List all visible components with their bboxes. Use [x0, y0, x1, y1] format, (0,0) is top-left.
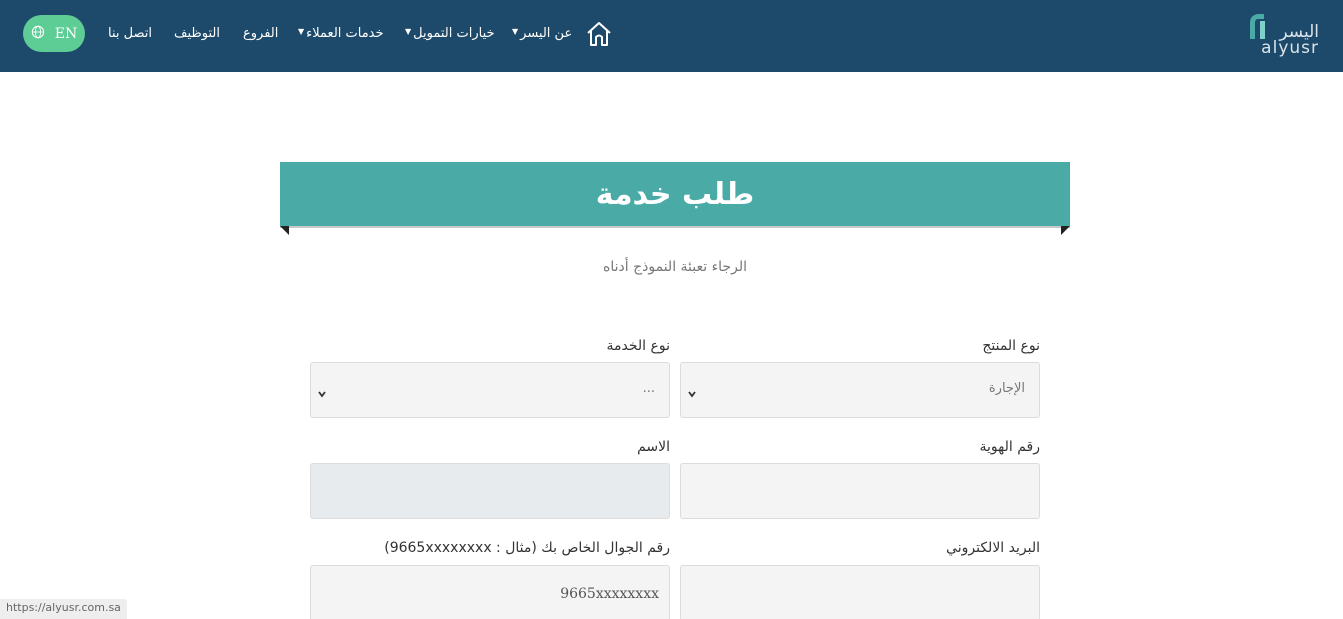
email-input[interactable] [680, 565, 1040, 619]
status-bar-url: https://alyusr.com.sa [0, 599, 127, 619]
form-instructions: الرجاء تعبئة النموذج أدناه [603, 259, 747, 275]
product-type-value: الإجارة [988, 381, 1025, 396]
top-navbar: EN اتصل بنا التوظيف الفروع خدمات العملاء… [0, 0, 1343, 72]
nav-about-label: عن اليسر [520, 26, 573, 41]
nav-branches[interactable]: الفروع [243, 26, 278, 41]
name-input[interactable] [310, 463, 670, 519]
nav-contact[interactable]: اتصل بنا [108, 26, 152, 41]
service-type-label: نوع الخدمة [606, 338, 670, 354]
mobile-label: رقم الجوال الخاص بك (مثال : 9665xxxxxxxx… [384, 540, 670, 556]
service-type-value: ... [642, 381, 655, 396]
page-title-banner: طلب خدمة [280, 162, 1070, 226]
id-number-input[interactable] [680, 463, 1040, 519]
language-label: EN [54, 25, 78, 42]
logo-mark-icon [1246, 11, 1268, 41]
chevron-down-icon: ▼ [405, 27, 412, 36]
chevron-down-icon [687, 384, 697, 398]
nav-about[interactable]: عن اليسر▼ [512, 26, 572, 41]
nav-financing-label: خيارات التمويل [413, 26, 495, 41]
chevron-down-icon: ▼ [512, 27, 519, 36]
chevron-down-icon [317, 384, 327, 398]
banner-fold-right [1061, 226, 1070, 235]
nav-customer-services[interactable]: خدمات العملاء▼ [298, 26, 384, 41]
language-toggle-button[interactable]: EN [23, 15, 85, 52]
globe-icon [31, 25, 45, 43]
home-icon[interactable] [585, 20, 613, 48]
mobile-input[interactable]: 9665xxxxxxxx [310, 565, 670, 619]
nav-customer-services-label: خدمات العملاء [306, 26, 384, 41]
service-type-select[interactable]: ... [310, 362, 670, 418]
mobile-placeholder: 9665xxxxxxxx [560, 586, 659, 602]
email-label: البريد الالكتروني [946, 540, 1040, 556]
banner-divider [280, 226, 1070, 228]
logo-english: alyusr [1261, 38, 1319, 58]
nav-financing-options[interactable]: خيارات التمويل▼ [405, 26, 495, 41]
product-type-select[interactable]: الإجارة [680, 362, 1040, 418]
id-number-label: رقم الهوية [979, 439, 1040, 455]
nav-careers[interactable]: التوظيف [174, 26, 220, 41]
chevron-down-icon: ▼ [298, 27, 305, 36]
banner-fold-left [280, 226, 289, 235]
page-title: طلب خدمة [595, 176, 755, 212]
product-type-label: نوع المنتج [982, 338, 1040, 354]
name-label: الاسم [637, 439, 670, 455]
